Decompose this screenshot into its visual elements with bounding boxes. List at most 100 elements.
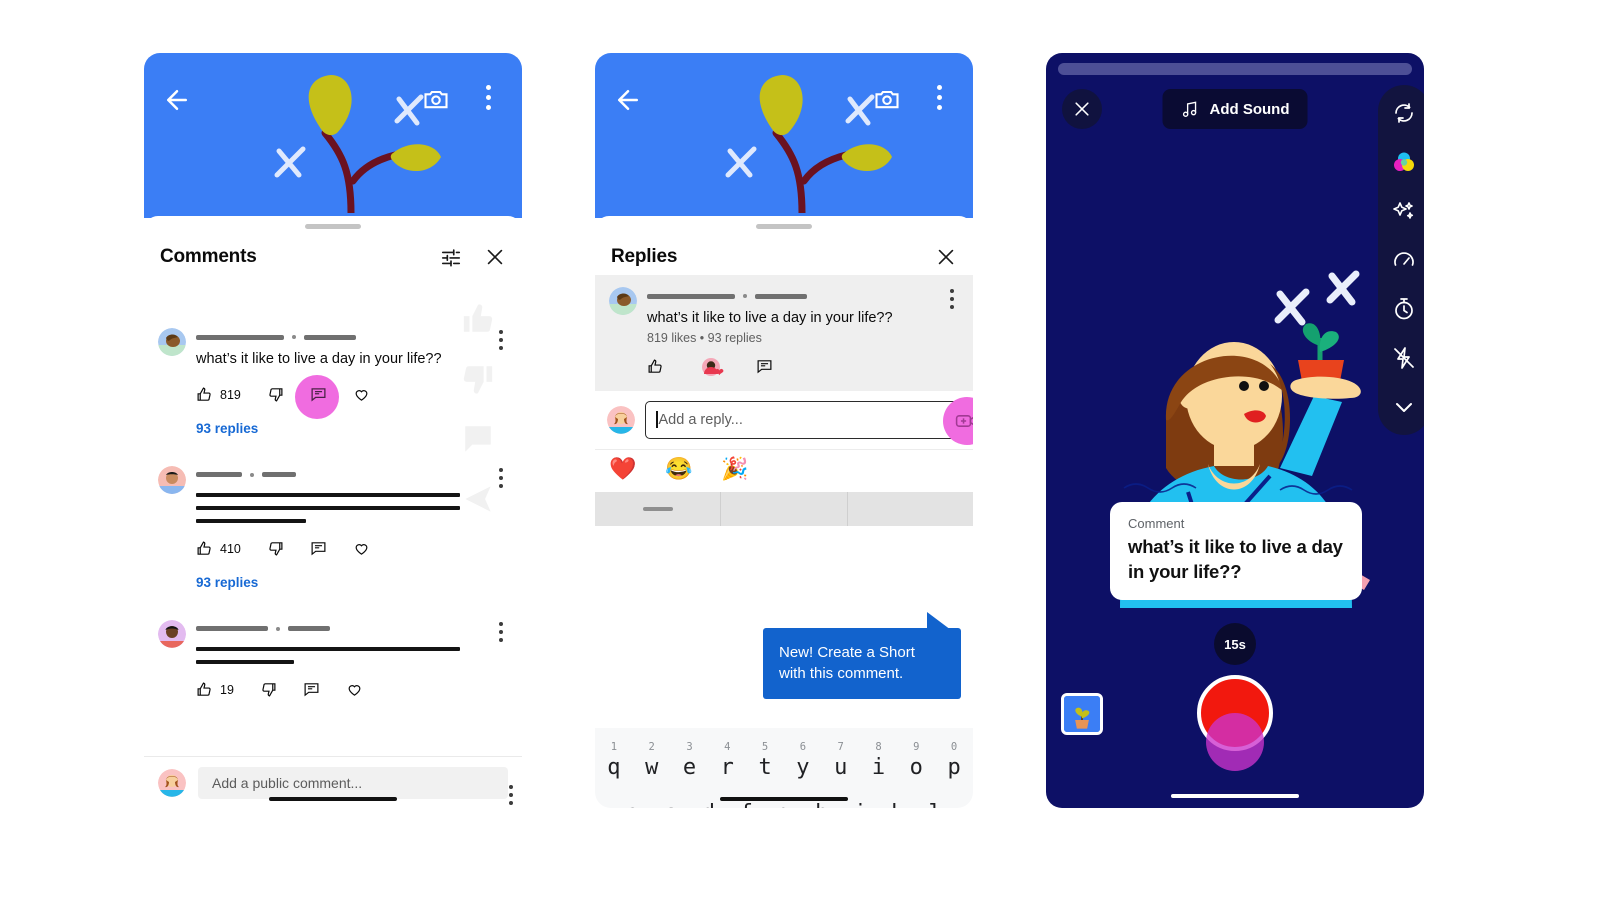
timer-icon[interactable] <box>1392 297 1416 321</box>
suggestion-slot <box>846 491 973 526</box>
close-button[interactable] <box>1062 89 1102 129</box>
key-i[interactable]: 8i <box>860 741 898 780</box>
camera-tools-rail[interactable] <box>1378 85 1424 435</box>
emoji-heart[interactable]: ❤️ <box>595 456 651 482</box>
key-t[interactable]: 5t <box>746 741 784 780</box>
like-count: 19 <box>220 682 234 697</box>
flip-camera-icon[interactable] <box>1392 101 1416 125</box>
like-button[interactable]: 410 <box>196 540 241 557</box>
key-u[interactable]: 7u <box>822 741 860 780</box>
camera-icon[interactable] <box>422 85 450 113</box>
add-sound-button[interactable]: Add Sound <box>1162 89 1308 129</box>
home-indicator <box>269 797 397 801</box>
comment-actions: 410 <box>196 537 492 561</box>
comment-input[interactable]: Add a public comment... <box>198 766 508 799</box>
heart-icon <box>355 544 368 556</box>
quick-emoji-row[interactable]: ❤️ 😂 🎉 <box>595 448 973 492</box>
comment-sticker-card[interactable]: Comment what’s it like to live a day in … <box>1110 502 1362 601</box>
camera-icon[interactable] <box>873 85 901 113</box>
like-button[interactable]: 819 <box>196 386 241 403</box>
close-icon[interactable] <box>935 246 957 268</box>
replies-link[interactable]: 93 replies <box>196 421 522 436</box>
suggestion-slot <box>720 491 846 526</box>
close-icon[interactable] <box>484 246 506 268</box>
key-h[interactable]: h <box>803 801 841 808</box>
like-button[interactable] <box>647 358 664 375</box>
thumbs-down-icon <box>262 683 276 697</box>
comment-item[interactable]: 410 <box>144 458 522 561</box>
key-a[interactable]: a <box>614 801 652 808</box>
dislike-button[interactable] <box>267 540 284 557</box>
emoji-joy[interactable]: 😂 <box>651 456 707 482</box>
key-r[interactable]: 4r <box>708 741 746 780</box>
avatar <box>158 328 186 356</box>
favorite-button[interactable] <box>353 540 370 557</box>
like-button[interactable]: 19 <box>196 681 234 698</box>
reply-button[interactable] <box>310 540 327 557</box>
flash-off-icon[interactable] <box>1392 346 1416 370</box>
home-indicator <box>1171 794 1299 798</box>
gallery-thumbnail[interactable] <box>1061 693 1103 735</box>
key-d[interactable]: d <box>690 801 728 808</box>
tune-filter-icon[interactable] <box>440 246 462 268</box>
on-screen-keyboard[interactable]: 1q 2w 3e 4r 5t 6y 7u 8i 9o 0p a s d f g <box>595 728 973 808</box>
dislike-button[interactable] <box>267 386 284 403</box>
key-j[interactable]: j <box>841 801 879 808</box>
key-l[interactable]: l <box>916 801 954 808</box>
key-q[interactable]: 1q <box>595 741 633 780</box>
reply-button[interactable] <box>303 681 320 698</box>
replies-link[interactable]: 93 replies <box>196 575 522 590</box>
key-w[interactable]: 2w <box>633 741 671 780</box>
favorite-button[interactable] <box>353 386 370 403</box>
comment-card-label: Comment <box>1128 516 1185 531</box>
chevron-down-icon[interactable] <box>1392 395 1416 419</box>
key-y[interactable]: 6y <box>784 741 822 780</box>
kebab-menu-icon[interactable] <box>509 785 514 808</box>
replies-sheet: Replies what’s it like to live a day in … <box>595 216 973 808</box>
speed-icon[interactable] <box>1392 248 1416 272</box>
duration-chip[interactable]: 15s <box>1214 623 1256 665</box>
back-arrow-icon[interactable] <box>613 85 643 115</box>
comment-item[interactable]: 19 <box>144 612 522 702</box>
page-title: Replies <box>611 246 678 267</box>
color-filters-icon[interactable] <box>1392 150 1416 174</box>
comment-author-placeholder <box>196 620 492 638</box>
thumbs-up-icon <box>648 359 662 374</box>
comments-list[interactable]: what’s it like to live a day in your lif… <box>144 320 522 756</box>
kebab-menu-icon[interactable] <box>486 85 492 113</box>
reply-composer[interactable]: Add a reply... <box>595 390 973 449</box>
reply-button[interactable] <box>294 375 339 420</box>
key-p[interactable]: 0p <box>935 741 973 780</box>
kebab-menu-icon[interactable] <box>950 289 955 313</box>
favorite-button[interactable] <box>346 681 363 698</box>
music-note-icon <box>1182 101 1197 117</box>
key-k[interactable]: k <box>878 801 916 808</box>
creator-heart-badge[interactable]: ❤ <box>702 357 724 379</box>
comment-card-text: what’s it like to live a day in your lif… <box>1128 536 1343 582</box>
back-arrow-icon[interactable] <box>162 85 192 115</box>
reply-input[interactable]: Add a reply... <box>645 400 961 439</box>
heart-icon <box>348 685 361 697</box>
comment-item[interactable]: what’s it like to live a day in your lif… <box>144 320 522 420</box>
key-g[interactable]: g <box>765 801 803 808</box>
effects-sparkle-icon[interactable] <box>1392 199 1416 223</box>
kebab-menu-icon[interactable] <box>499 467 504 492</box>
key-e[interactable]: 3e <box>671 741 709 780</box>
key-f[interactable]: f <box>727 801 765 808</box>
kebab-menu-icon[interactable] <box>499 621 504 646</box>
key-s[interactable]: s <box>652 801 690 808</box>
reply-button[interactable] <box>756 358 773 375</box>
comment-text-placeholder <box>196 659 294 664</box>
avatar <box>607 405 635 434</box>
kebab-menu-icon[interactable] <box>499 330 504 354</box>
comment-bubble-icon <box>304 683 319 697</box>
video-header <box>595 53 973 218</box>
thumbs-up-icon <box>197 387 211 402</box>
emoji-party[interactable]: 🎉 <box>707 456 763 482</box>
dislike-button[interactable] <box>260 681 277 698</box>
suggestion-bar[interactable] <box>595 491 973 526</box>
text-caret <box>656 411 658 429</box>
comment-text: what’s it like to live a day in your lif… <box>196 351 442 367</box>
key-o[interactable]: 9o <box>897 741 935 780</box>
kebab-menu-icon[interactable] <box>937 85 943 113</box>
